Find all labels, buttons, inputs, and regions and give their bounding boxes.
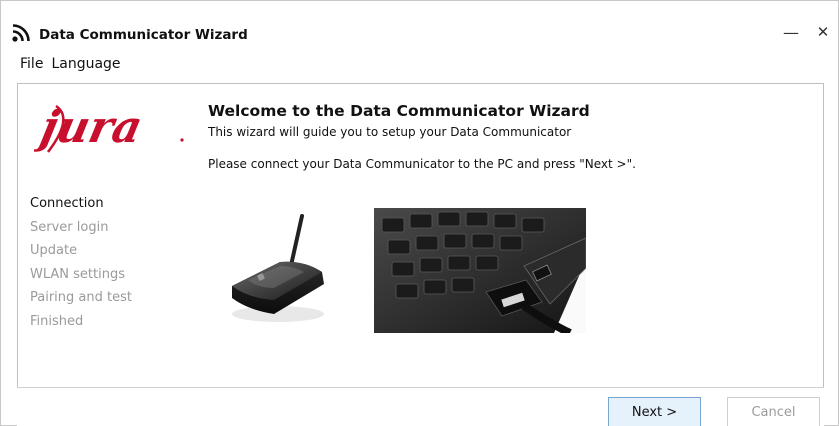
step-server-login: Server login [30,219,109,235]
close-button[interactable]: ✕ [803,19,839,45]
menu-language[interactable]: Language [47,53,124,75]
menu-file[interactable]: File [1,53,47,75]
rss-feed-icon [12,24,30,42]
wizard-footer: Next > Cancel [17,387,824,426]
jura-logo-text: jura [34,101,147,152]
menu-bar: File Language [1,53,125,75]
jura-logo: jura [34,101,184,153]
data-communicator-device-image [232,214,324,322]
wizard-heading: Welcome to the Data Communicator Wizard [208,102,590,120]
step-list: Connection Server login Update WLAN sett… [30,192,132,334]
step-update: Update [30,243,78,259]
wizard-subheading: This wizard will guide you to setup your… [208,125,572,139]
step-connection: Connection [30,196,104,211]
step-finished: Finished [30,313,84,329]
wizard-content: jura Welcome to the Data Communicator Wi… [17,83,824,387]
wizard-instruction: Please connect your Data Communicator to… [208,157,636,171]
next-button[interactable]: Next > [608,397,701,426]
wizard-window: Data Communicator Wizard — ✕ File Langua… [0,0,839,426]
laptop-connection-image [374,208,586,333]
title-bar: Data Communicator Wizard — ✕ [1,1,838,45]
step-wlan-settings: WLAN settings [30,266,125,282]
step-pairing-and-test: Pairing and test [30,290,132,306]
window-title: Data Communicator Wizard [39,27,248,43]
cancel-button[interactable]: Cancel [727,397,820,426]
